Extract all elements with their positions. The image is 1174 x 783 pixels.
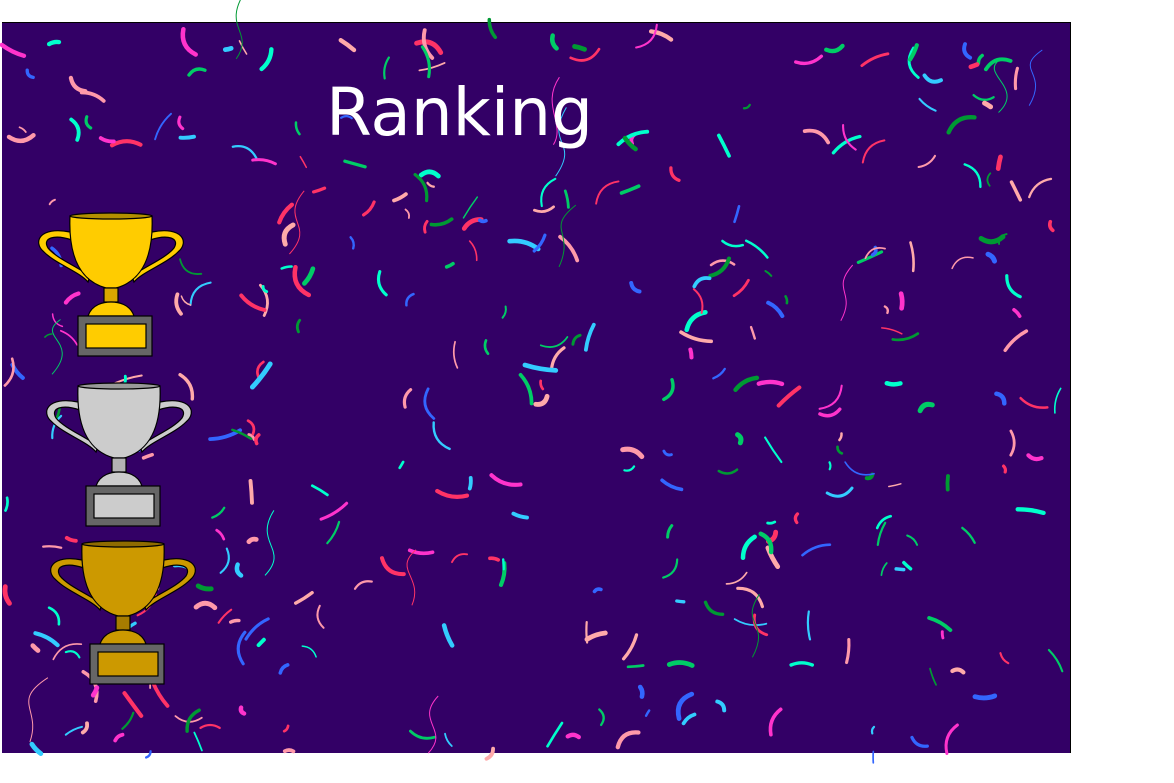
page-title: Ranking xyxy=(326,74,593,151)
silver-trophy-icon xyxy=(46,382,192,527)
gold-trophy-icon xyxy=(38,212,184,357)
bronze-trophy-icon xyxy=(50,540,196,685)
ranking-screen: Ranking xyxy=(0,0,1174,783)
